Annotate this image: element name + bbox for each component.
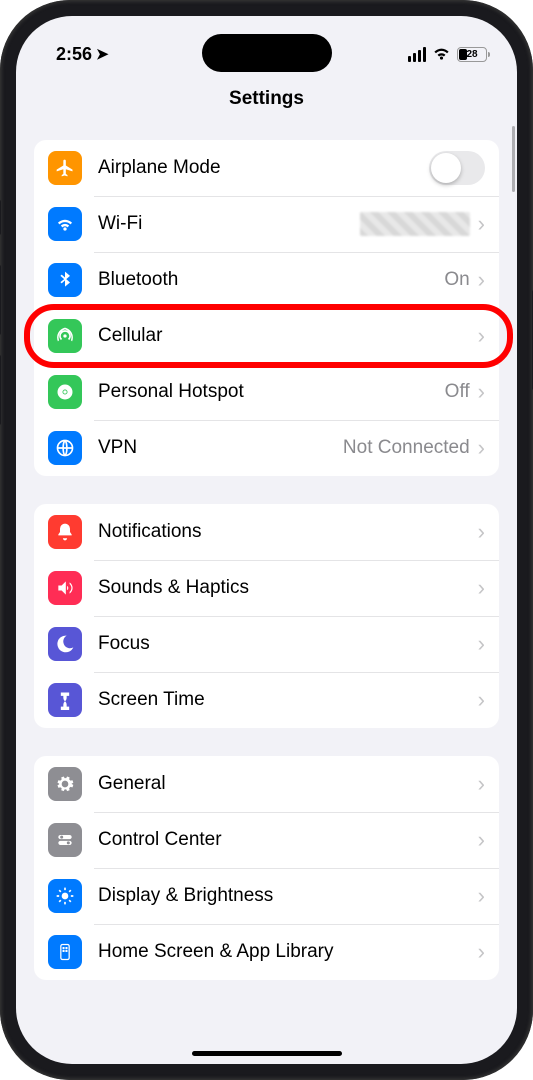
notifications-row[interactable]: Notifications›: [34, 504, 499, 560]
cellular-signal-icon: [408, 47, 427, 62]
focus-icon: [48, 627, 82, 661]
chevron-right-icon: ›: [478, 577, 485, 599]
settings-group: Airplane ModeWi-Fi›BluetoothOn›Cellular›…: [34, 140, 499, 476]
hotspot-detail: Off: [445, 381, 470, 403]
screentime-icon: [48, 683, 82, 717]
chevron-right-icon: ›: [478, 941, 485, 963]
hotspot-icon: [48, 375, 82, 409]
volume-down: [0, 355, 1, 425]
sounds-icon: [48, 571, 82, 605]
airplane-icon: [48, 151, 82, 185]
homescreen-label: Home Screen & App Library: [98, 941, 478, 963]
screen: 2:56 ➤ 28 Settings Airplane ModeWi-Fi›Bl…: [16, 16, 517, 1064]
sounds-label: Sounds & Haptics: [98, 577, 478, 599]
settings-content[interactable]: Airplane ModeWi-Fi›BluetoothOn›Cellular›…: [16, 120, 517, 1056]
focus-row[interactable]: Focus›: [34, 616, 499, 672]
settings-group: Notifications›Sounds & Haptics›Focus›Scr…: [34, 504, 499, 728]
controlcenter-icon: [48, 823, 82, 857]
controlcenter-row[interactable]: Control Center›: [34, 812, 499, 868]
chevron-right-icon: ›: [478, 829, 485, 851]
chevron-right-icon: ›: [478, 521, 485, 543]
display-label: Display & Brightness: [98, 885, 478, 907]
wifi-status-icon: [432, 44, 451, 65]
airplane-toggle[interactable]: [429, 151, 485, 185]
status-time: 2:56: [56, 44, 92, 65]
wifi-label: Wi-Fi: [98, 213, 360, 235]
notifications-label: Notifications: [98, 521, 478, 543]
general-icon: [48, 767, 82, 801]
vpn-row[interactable]: VPNNot Connected ›: [34, 420, 499, 476]
chevron-right-icon: ›: [478, 689, 485, 711]
display-row[interactable]: Display & Brightness›: [34, 868, 499, 924]
chevron-right-icon: ›: [478, 381, 485, 403]
bluetooth-label: Bluetooth: [98, 269, 444, 291]
notifications-icon: [48, 515, 82, 549]
volume-up: [0, 265, 1, 335]
sounds-row[interactable]: Sounds & Haptics›: [34, 560, 499, 616]
homescreen-icon: [48, 935, 82, 969]
vpn-detail: Not Connected: [343, 437, 470, 459]
homescreen-row[interactable]: Home Screen & App Library›: [34, 924, 499, 980]
dynamic-island: [202, 34, 332, 72]
settings-group: General›Control Center›Display & Brightn…: [34, 756, 499, 980]
cellular-label: Cellular: [98, 325, 478, 347]
general-row[interactable]: General›: [34, 756, 499, 812]
chevron-right-icon: ›: [478, 213, 485, 235]
wifi-icon: [48, 207, 82, 241]
wifi-network-name-blurred: [360, 212, 470, 236]
chevron-right-icon: ›: [478, 437, 485, 459]
chevron-right-icon: ›: [478, 633, 485, 655]
battery-icon: 28: [457, 47, 487, 62]
controlcenter-label: Control Center: [98, 829, 478, 851]
chevron-right-icon: ›: [478, 773, 485, 795]
scrollbar-indicator: [512, 126, 515, 192]
location-arrow-icon: ➤: [96, 45, 109, 63]
airplane-row[interactable]: Airplane Mode: [34, 140, 499, 196]
screentime-label: Screen Time: [98, 689, 478, 711]
cellular-row[interactable]: Cellular›: [34, 308, 499, 364]
hotspot-label: Personal Hotspot: [98, 381, 445, 403]
phone-frame: 2:56 ➤ 28 Settings Airplane ModeWi-Fi›Bl…: [0, 0, 533, 1080]
airplane-label: Airplane Mode: [98, 157, 429, 179]
general-label: General: [98, 773, 478, 795]
bluetooth-row[interactable]: BluetoothOn ›: [34, 252, 499, 308]
screentime-row[interactable]: Screen Time›: [34, 672, 499, 728]
silence-switch: [0, 200, 1, 235]
cellular-icon: [48, 319, 82, 353]
vpn-label: VPN: [98, 437, 343, 459]
bluetooth-detail: On: [444, 269, 469, 291]
bluetooth-icon: [48, 263, 82, 297]
chevron-right-icon: ›: [478, 885, 485, 907]
battery-percent: 28: [466, 49, 477, 60]
chevron-right-icon: ›: [478, 325, 485, 347]
focus-label: Focus: [98, 633, 478, 655]
page-title: Settings: [16, 74, 517, 120]
wifi-row[interactable]: Wi-Fi ›: [34, 196, 499, 252]
chevron-right-icon: ›: [478, 269, 485, 291]
vpn-icon: [48, 431, 82, 465]
hotspot-row[interactable]: Personal HotspotOff ›: [34, 364, 499, 420]
display-icon: [48, 879, 82, 913]
home-indicator[interactable]: [192, 1051, 342, 1056]
